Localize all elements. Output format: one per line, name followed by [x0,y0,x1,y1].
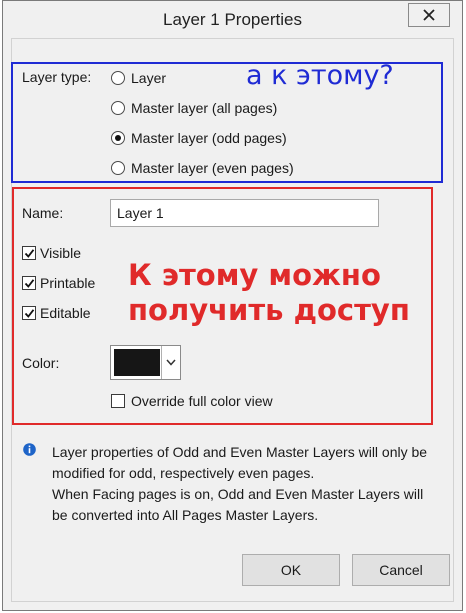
info-line: When Facing pages is on, Odd and Even Ma… [52,486,424,502]
close-button[interactable] [408,3,450,27]
red-highlight-box [12,187,433,425]
info-line: be converted into All Pages Master Layer… [52,507,319,523]
info-icon [23,443,36,456]
info-line: modified for odd, respectively even page… [52,465,315,481]
ok-button[interactable]: OK [242,554,340,586]
info-line: Layer properties of Odd and Even Master … [52,444,428,460]
blue-annotation: а к этому? [246,60,394,91]
cancel-button[interactable]: Cancel [352,554,450,586]
title-bar: Layer 1 Properties [3,1,462,37]
dialog-title: Layer 1 Properties [163,10,302,29]
info-message: Layer properties of Odd and Even Master … [52,442,452,526]
close-icon [423,9,435,21]
